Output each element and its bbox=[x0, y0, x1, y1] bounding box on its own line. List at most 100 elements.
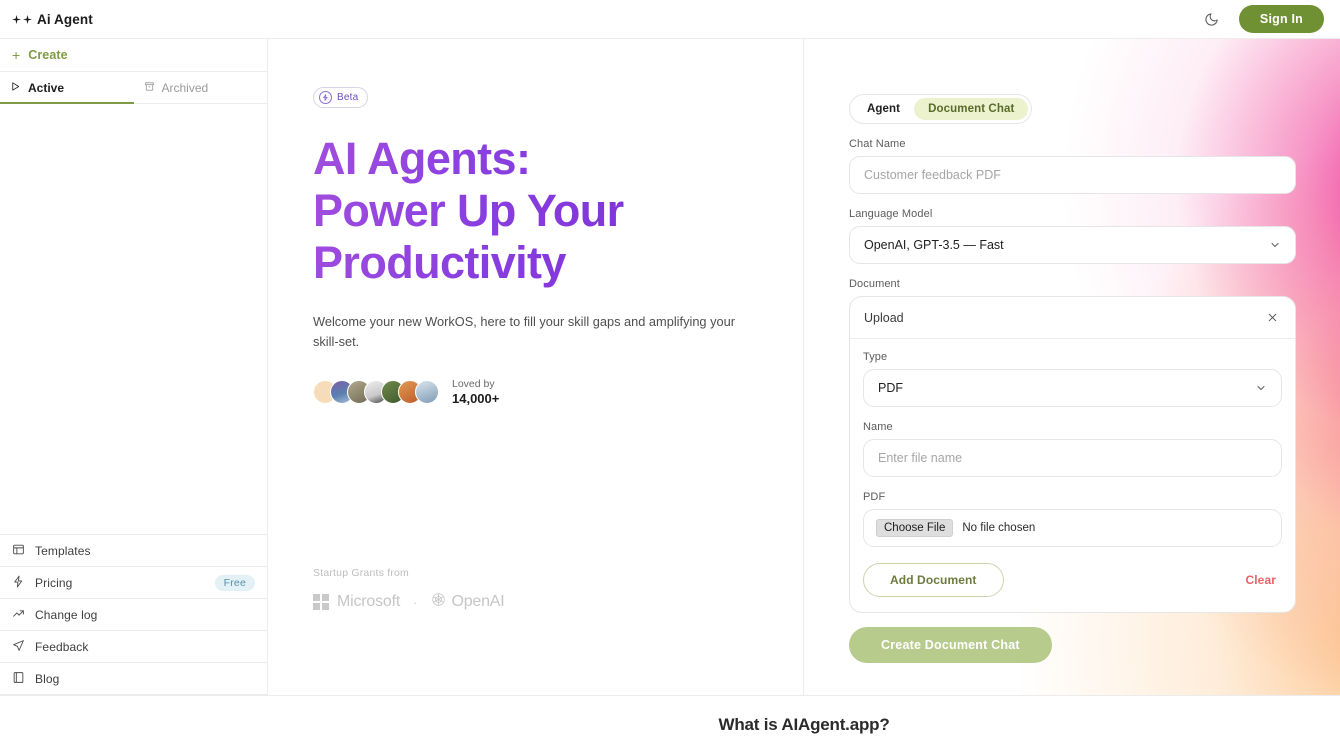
page-title-line-2: Power Up Your bbox=[313, 185, 624, 236]
form-panel: Agent Document Chat Chat Name Customer f… bbox=[804, 39, 1340, 695]
loved-by-label: Loved by bbox=[452, 378, 495, 390]
plus-icon: + bbox=[12, 47, 21, 63]
bottom-section-inner: What is AIAgent.app? bbox=[268, 715, 1340, 735]
create-label: Create bbox=[28, 48, 68, 62]
bolt-circle-icon bbox=[319, 91, 332, 104]
logo-separator: · bbox=[413, 594, 418, 610]
sidebar-item-feedback-label: Feedback bbox=[35, 639, 89, 654]
trend-up-icon bbox=[12, 607, 25, 623]
app-title: Ai Agent bbox=[37, 11, 93, 27]
app-root: Ai Agent Sign In + Create Active Archive… bbox=[0, 0, 1340, 754]
doc-type-label: Type bbox=[863, 351, 888, 363]
doc-type-field: Type PDF bbox=[863, 351, 1282, 407]
document-field: Document Upload Type PDF Name Enter file… bbox=[849, 278, 1296, 613]
page-title: AI Agents: Power Up Your Productivity bbox=[313, 133, 713, 289]
sidebar-item-feedback[interactable]: Feedback bbox=[0, 631, 267, 663]
doc-file-field: PDF Choose File No file chosen bbox=[863, 491, 1282, 547]
upload-card-body: Type PDF Name Enter file name PDF Choose… bbox=[850, 339, 1295, 612]
sidebar-item-pricing-label: Pricing bbox=[35, 575, 73, 590]
sidebar-item-templates-label: Templates bbox=[35, 543, 91, 558]
doc-name-label: Name bbox=[863, 421, 893, 433]
sidebar: + Create Active Archived Templates Prici… bbox=[0, 39, 268, 695]
chevron-down-icon bbox=[1255, 382, 1267, 394]
doc-type-select[interactable]: PDF bbox=[863, 369, 1282, 407]
grant-logos: Microsoft · OpenAI bbox=[313, 591, 505, 613]
upload-card: Upload Type PDF Name Enter file name PDF… bbox=[849, 296, 1296, 613]
sidebar-item-blog[interactable]: Blog bbox=[0, 663, 267, 695]
choose-file-button[interactable]: Choose File bbox=[876, 519, 954, 537]
top-bar-actions: Sign In bbox=[1199, 5, 1324, 33]
beta-badge: Beta bbox=[313, 87, 369, 108]
openai-logo-label: OpenAI bbox=[451, 593, 505, 610]
mode-tabs: Agent Document Chat bbox=[849, 94, 1033, 124]
sidebar-item-change-log-label: Change log bbox=[35, 607, 98, 622]
top-bar: Ai Agent Sign In bbox=[0, 0, 1340, 39]
add-document-button[interactable]: Add Document bbox=[863, 563, 1004, 597]
doc-type-value: PDF bbox=[878, 381, 903, 395]
chevron-down-icon bbox=[1269, 239, 1281, 251]
chat-name-field: Chat Name Customer feedback PDF bbox=[849, 138, 1296, 194]
layout-panel-icon bbox=[12, 543, 25, 559]
play-triangle-icon bbox=[10, 81, 21, 95]
upload-card-actions: Add Document Clear bbox=[863, 563, 1282, 597]
close-icon[interactable] bbox=[1264, 309, 1281, 327]
doc-name-placeholder: Enter file name bbox=[878, 451, 963, 465]
sidebar-tab-archived-label: Archived bbox=[161, 80, 209, 95]
microsoft-squares-icon bbox=[313, 594, 329, 610]
sidebar-item-templates[interactable]: Templates bbox=[0, 535, 267, 567]
microsoft-logo-label: Microsoft bbox=[337, 593, 401, 610]
doc-file-label: PDF bbox=[863, 491, 886, 503]
page-title-line-3: Productivity bbox=[313, 237, 566, 288]
status-badge: Free bbox=[214, 574, 255, 591]
grants-label: Startup Grants from bbox=[313, 567, 409, 579]
tab-document-chat[interactable]: Document Chat bbox=[914, 98, 1029, 120]
avatar bbox=[415, 380, 439, 404]
sidebar-tab-active[interactable]: Active bbox=[0, 72, 134, 104]
sidebar-item-change-log[interactable]: Change log bbox=[0, 599, 267, 631]
create-document-chat-button[interactable]: Create Document Chat bbox=[849, 627, 1052, 663]
tab-agent[interactable]: Agent bbox=[853, 98, 914, 120]
microsoft-logo: Microsoft bbox=[313, 593, 400, 611]
file-input-row[interactable]: Choose File No file chosen bbox=[863, 509, 1282, 547]
archive-box-icon bbox=[144, 81, 155, 95]
bolt-icon bbox=[12, 575, 25, 591]
social-proof: Loved by 14,000+ bbox=[313, 377, 759, 407]
sidebar-item-blog-label: Blog bbox=[35, 671, 60, 686]
moon-icon[interactable] bbox=[1199, 6, 1225, 32]
doc-name-field: Name Enter file name bbox=[863, 421, 1282, 477]
main-body: + Create Active Archived Templates Prici… bbox=[0, 39, 1340, 695]
loved-by-text: Loved by 14,000+ bbox=[452, 377, 499, 407]
file-status-text: No file chosen bbox=[962, 522, 1036, 534]
content-area: Beta AI Agents: Power Up Your Productivi… bbox=[268, 39, 1340, 695]
chat-name-placeholder: Customer feedback PDF bbox=[864, 168, 1001, 182]
language-model-label: Language Model bbox=[849, 208, 933, 220]
doc-name-input[interactable]: Enter file name bbox=[863, 439, 1282, 477]
upload-card-title: Upload bbox=[864, 310, 904, 325]
openai-logo: OpenAI bbox=[430, 591, 505, 613]
hero-subtitle: Welcome your new WorkOS, here to fill yo… bbox=[313, 314, 735, 349]
bottom-heading: What is AIAgent.app? bbox=[718, 715, 890, 734]
sidebar-links: Templates Pricing Free Change log Feedba… bbox=[0, 534, 267, 695]
chat-name-input[interactable]: Customer feedback PDF bbox=[849, 156, 1296, 194]
document-label: Document bbox=[849, 278, 900, 290]
sign-in-button[interactable]: Sign In bbox=[1238, 5, 1324, 33]
language-model-select[interactable]: OpenAI, GPT-3.5 — Fast bbox=[849, 226, 1296, 264]
grants-section: Startup Grants from Microsoft · OpenAI bbox=[313, 567, 505, 613]
app-logo[interactable]: Ai Agent bbox=[12, 12, 93, 27]
openai-mark-icon bbox=[430, 591, 447, 613]
form-container: Agent Document Chat Chat Name Customer f… bbox=[804, 39, 1340, 663]
book-icon bbox=[12, 671, 25, 687]
sidebar-tab-archived[interactable]: Archived bbox=[134, 72, 268, 103]
create-button[interactable]: + Create bbox=[0, 39, 267, 72]
clear-button[interactable]: Clear bbox=[1239, 569, 1282, 591]
sidebar-empty-list bbox=[0, 104, 267, 534]
sidebar-tab-active-label: Active bbox=[28, 80, 65, 95]
upload-card-header: Upload bbox=[850, 297, 1295, 339]
bottom-section: What is AIAgent.app? bbox=[0, 695, 1340, 754]
language-model-value: OpenAI, GPT-3.5 — Fast bbox=[864, 238, 1004, 252]
sidebar-tabs: Active Archived bbox=[0, 72, 267, 104]
sidebar-item-pricing[interactable]: Pricing Free bbox=[0, 567, 267, 599]
hero-panel: Beta AI Agents: Power Up Your Productivi… bbox=[268, 39, 804, 695]
paper-plane-icon bbox=[12, 639, 25, 655]
page-title-line-1: AI Agents: bbox=[313, 133, 531, 184]
